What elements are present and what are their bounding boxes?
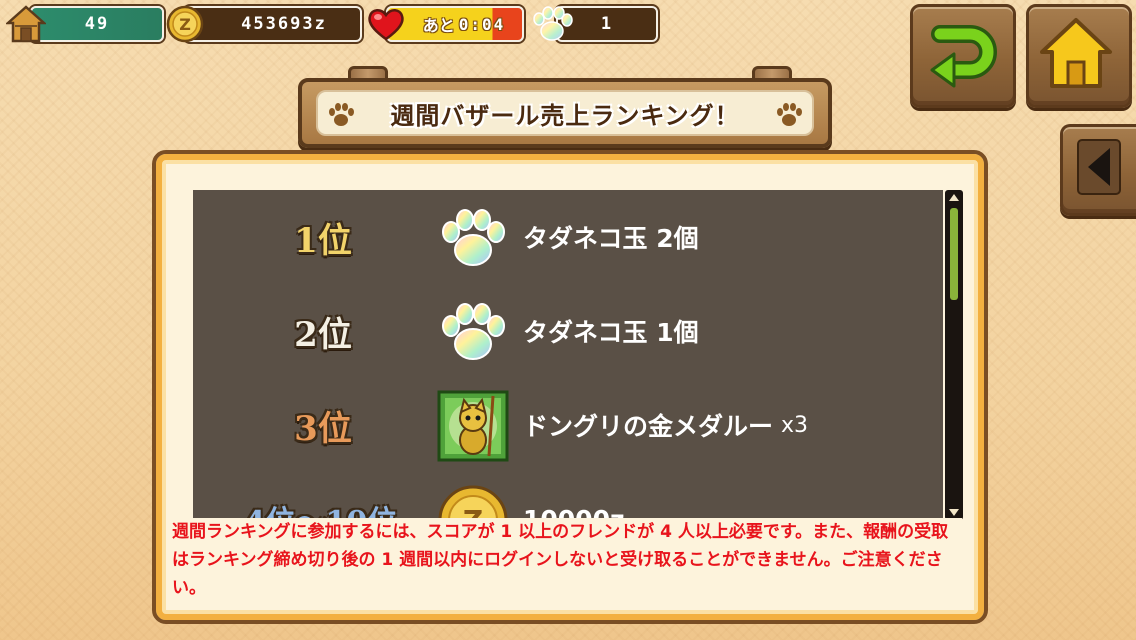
- ranking-list[interactable]: 1位 タダネコ玉 2個 2位 タダネコ玉 1個 3位 ドングリの金メダルー x3…: [193, 190, 943, 520]
- reward-name: ドングリの金メダルー: [523, 412, 774, 441]
- zenny-value: 453693z: [241, 14, 327, 34]
- ranking-notice: 週間ランキングに参加するには、スコアが 1 以上のフレンドが 4 人以上必要です…: [172, 518, 962, 602]
- rank-label: 3位: [294, 408, 352, 449]
- return-button[interactable]: [910, 4, 1016, 108]
- rank-label: 4位〜10位: [241, 472, 401, 520]
- scroll-thumb[interactable]: [950, 208, 958, 300]
- paw-print-icon: [329, 103, 354, 126]
- ranking-row: 4位〜10位 Z 10000z: [193, 472, 943, 520]
- stamina-bar: あと 0:04: [386, 6, 524, 42]
- reward-label: タダネコ玉 1個: [523, 284, 699, 378]
- ranking-row: 3位 ドングリの金メダルー x3: [193, 378, 943, 472]
- heart-icon: [366, 6, 406, 42]
- rank-label: 2位: [294, 314, 352, 355]
- return-arrow-icon: [930, 25, 997, 88]
- reward-name: タダネコ玉 2個: [523, 224, 699, 253]
- paw-ticket-value: 1: [600, 14, 614, 34]
- scroll-up-arrow[interactable]: [949, 194, 959, 201]
- reward-label: 10000z: [523, 472, 625, 521]
- stamina-time: 0:04: [458, 14, 506, 34]
- home-icon: [1040, 18, 1112, 88]
- scroll-down-arrow[interactable]: [949, 509, 959, 516]
- back-arrow-icon: [1077, 139, 1121, 195]
- list-scrollbar[interactable]: [945, 190, 963, 520]
- level-bar: 49: [30, 6, 164, 42]
- svg-text:Z: Z: [179, 15, 191, 34]
- title-signboard-inner: 週間バザール売上ランキング！: [316, 90, 814, 136]
- reward-quantity: x3: [781, 412, 809, 438]
- home-button[interactable]: [1026, 4, 1132, 108]
- paw-print-icon: [777, 103, 802, 126]
- reward-label: タダネコ玉 2個: [523, 190, 699, 284]
- rank-label: 1位: [294, 220, 352, 261]
- stamina-label: あと: [422, 16, 455, 35]
- gold-felyne-medal-icon: [437, 390, 509, 462]
- zenny-coin-icon: Z: [166, 5, 204, 43]
- zenny-bar: 453693z: [184, 6, 362, 42]
- rainbow-paw-icon: [442, 209, 505, 266]
- reward-label: ドングリの金メダルー x3: [523, 378, 808, 472]
- ranking-row: 2位 タダネコ玉 1個: [193, 284, 943, 378]
- house-icon: [4, 4, 48, 44]
- title-signboard: 週間バザール売上ランキング！: [298, 78, 832, 148]
- level-value: 49: [84, 14, 110, 34]
- reward-name: タダネコ玉 1個: [523, 318, 699, 347]
- zenny-coin-icon: Z: [438, 485, 508, 520]
- back-button[interactable]: [1060, 124, 1136, 216]
- rainbow-paw-icon: [530, 4, 574, 44]
- rainbow-paw-icon: [442, 303, 505, 360]
- page-title: 週間バザール売上ランキング！: [390, 101, 740, 130]
- ranking-row: 1位 タダネコ玉 2個: [193, 190, 943, 284]
